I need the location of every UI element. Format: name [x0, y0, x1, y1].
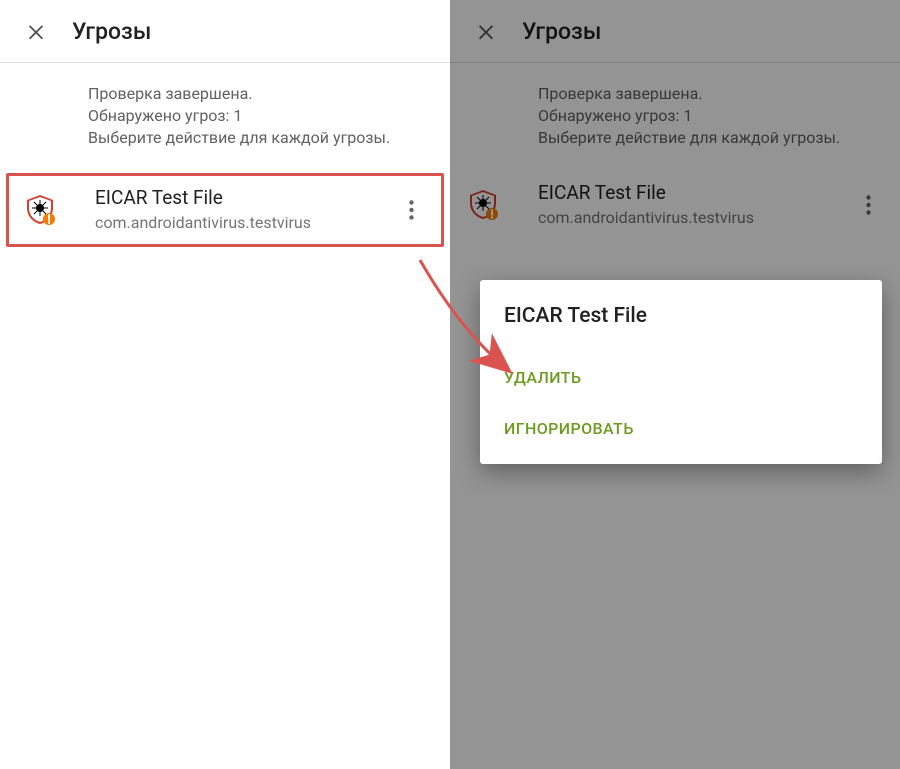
threat-shield-icon	[23, 193, 57, 227]
summary-line: Обнаружено угроз: 1	[88, 105, 430, 127]
header: Угрозы	[0, 0, 450, 62]
summary-line: Выберите действие для каждой угрозы.	[88, 127, 430, 149]
comparison-container: Угрозы Проверка завершена. Обнаружено уг…	[0, 0, 900, 769]
threat-package: com.androidantivirus.testvirus	[95, 212, 391, 234]
page-title: Угрозы	[72, 18, 151, 45]
threat-action-sheet: EICAR Test File УДАЛИТЬ ИГНОРИРОВАТЬ	[480, 280, 882, 464]
action-sheet-title: EICAR Test File	[504, 304, 858, 328]
ignore-button[interactable]: ИГНОРИРОВАТЬ	[504, 403, 858, 454]
right-pane: Угрозы Проверка завершена. Обнаружено уг…	[450, 0, 900, 769]
scan-summary: Проверка завершена. Обнаружено угроз: 1 …	[0, 63, 450, 169]
more-options-icon[interactable]	[391, 190, 431, 230]
threat-text: EICAR Test File com.androidantivirus.tes…	[95, 186, 391, 234]
threat-item[interactable]: EICAR Test File com.androidantivirus.tes…	[6, 173, 444, 247]
delete-button[interactable]: УДАЛИТЬ	[504, 352, 858, 403]
threat-name: EICAR Test File	[95, 186, 391, 210]
left-pane: Угрозы Проверка завершена. Обнаружено уг…	[0, 0, 450, 769]
close-icon[interactable]	[12, 7, 60, 55]
summary-line: Проверка завершена.	[88, 83, 430, 105]
